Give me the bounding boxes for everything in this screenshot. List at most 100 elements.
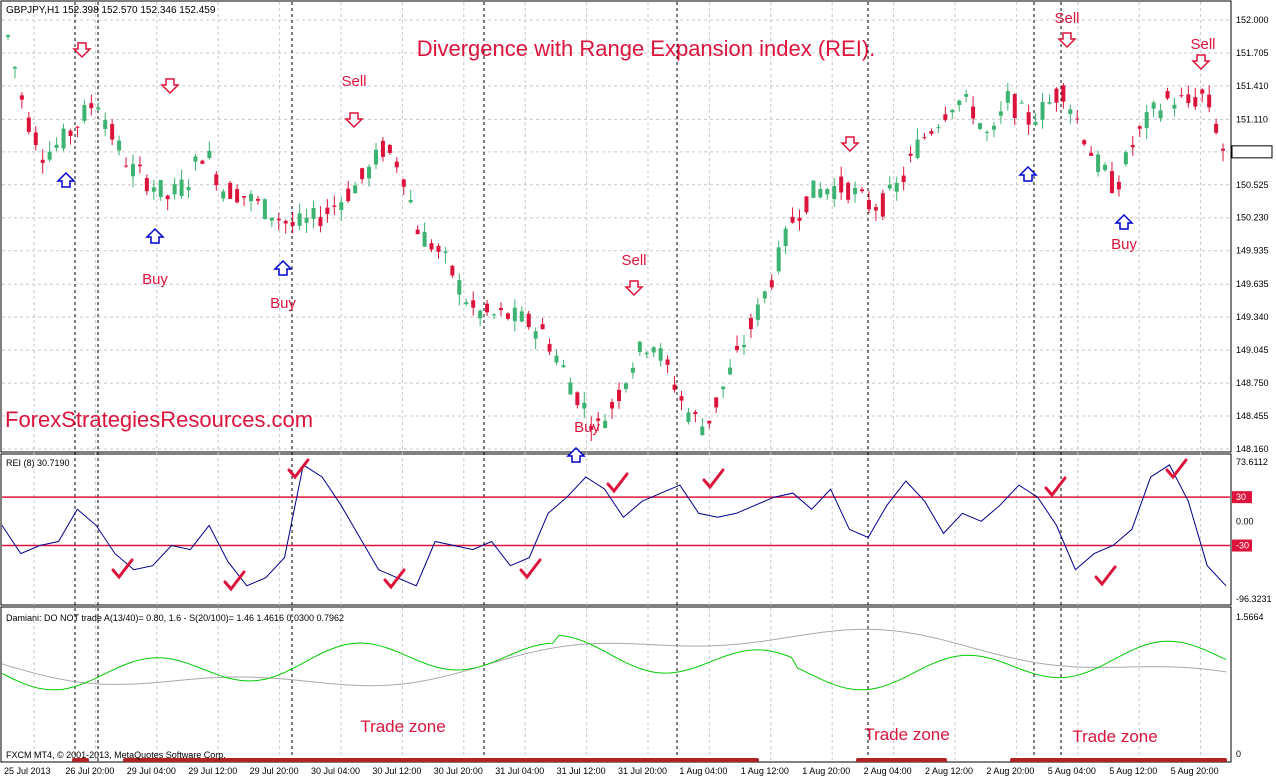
price-tick-label: 151.410: [1236, 81, 1269, 91]
candle-body: [450, 265, 455, 276]
rei-panel: [0, 453, 1232, 606]
candle-body: [221, 191, 226, 199]
candle-body: [762, 291, 767, 299]
price-tick-label: 148.750: [1236, 378, 1269, 388]
candle-body: [582, 402, 587, 409]
candle-body: [894, 182, 899, 192]
candle-body: [33, 132, 38, 146]
candle-body: [1221, 148, 1226, 151]
time-tick-label: 31 Jul 20:00: [618, 766, 667, 776]
candle-body: [96, 107, 101, 110]
candle-body: [124, 165, 129, 167]
candle-body: [408, 199, 413, 203]
chart-title: Divergence with Range Expansion index (R…: [417, 36, 876, 61]
candle-body: [283, 220, 288, 224]
checkmark-icon: [519, 558, 542, 580]
candle-body: [693, 411, 698, 415]
candle-body: [1137, 126, 1142, 129]
candle-body: [492, 314, 497, 316]
candle-body: [505, 313, 510, 319]
candle-body: [804, 196, 809, 213]
candle-body: [547, 344, 552, 352]
candle-body: [1075, 118, 1080, 120]
candle-body: [1061, 85, 1066, 102]
signal-label: Buy: [142, 271, 168, 288]
candle-body: [297, 213, 302, 226]
candle-body: [540, 324, 545, 330]
candle-body: [735, 345, 740, 351]
candle-body: [707, 420, 712, 424]
price-tick-label: 148.160: [1236, 444, 1269, 454]
candle-body: [512, 307, 517, 322]
candle-body: [644, 352, 649, 355]
time-tick-label: 1 Aug 04:00: [679, 766, 727, 776]
candle-body: [380, 140, 385, 157]
rei-tick-label: 0.00: [1236, 516, 1254, 526]
candle-body: [207, 150, 212, 159]
candle-body: [443, 251, 448, 253]
trade-zones: Trade zone Trade zone Trade zone: [72, 717, 1227, 762]
price-tick-label: 151.110: [1236, 114, 1268, 124]
candle-body: [47, 151, 52, 160]
candle-body: [436, 245, 441, 252]
price-tick-label: 149.935: [1236, 246, 1269, 256]
candle-body: [318, 217, 323, 227]
divergence-checkmarks: [111, 458, 1188, 592]
candle-body: [373, 149, 378, 165]
candle-body: [478, 310, 483, 319]
damiani-gray-line: [1, 628, 1227, 687]
time-tick-label: 30 Jul 04:00: [311, 766, 360, 776]
candle-body: [1123, 152, 1128, 165]
signal-label: Buy: [574, 419, 600, 436]
price-tick-label: 151.705: [1236, 48, 1269, 58]
damiani-axis: 1.5664 0: [1236, 612, 1264, 759]
candle-body: [394, 161, 399, 168]
time-tick-label: 29 Jul 12:00: [188, 766, 237, 776]
candle-body: [936, 127, 941, 129]
candle-body: [262, 199, 267, 219]
candle-body: [1068, 109, 1073, 115]
checkmark-icon: [1094, 565, 1117, 587]
candle-body: [533, 331, 538, 339]
candle-body: [401, 179, 406, 187]
checkmark-icon: [383, 568, 406, 590]
candle-body: [887, 184, 892, 189]
candle-body: [1144, 112, 1149, 129]
candle-body: [110, 124, 115, 140]
damiani-panel: [0, 606, 1232, 763]
candle-body: [1193, 97, 1198, 107]
candle-body: [832, 186, 837, 200]
trade-zone-label: Trade zone: [864, 725, 949, 744]
candle-body: [1179, 95, 1184, 97]
time-tick-label: 31 Jul 04:00: [495, 766, 544, 776]
candle-body: [853, 188, 858, 195]
checkmark-icon: [223, 570, 246, 592]
candle-body: [429, 243, 434, 250]
damiani-label: Damiani: DO NOT trade A(13/40)= 0.80, 1.…: [6, 613, 344, 623]
price-tick-label: 149.635: [1236, 279, 1269, 289]
buy-arrow-icon: [1114, 213, 1134, 230]
candle-body: [617, 389, 621, 402]
sell-arrow-icon: [840, 136, 860, 153]
candle-body: [700, 426, 705, 436]
time-tick-label: 25 Jul 2013: [4, 766, 51, 776]
candle-body: [193, 156, 198, 162]
time-tick-label: 30 Jul 20:00: [434, 766, 483, 776]
time-tick-label: 1 Aug 12:00: [741, 766, 789, 776]
damiani-tick-label: 1.5664: [1236, 612, 1264, 622]
candle-body: [922, 137, 927, 139]
candle-body: [554, 355, 559, 363]
candle-body: [54, 144, 59, 149]
candle-body: [228, 182, 233, 199]
candle-body: [235, 189, 240, 203]
candle-body: [603, 420, 608, 428]
session-dashed-lines: [74, 2, 1062, 761]
candle-body: [151, 187, 156, 192]
candle-body: [276, 218, 281, 221]
watermark: ForexStrategiesResources.com: [5, 407, 313, 432]
candle-body: [575, 392, 580, 406]
buy-arrow-icon: [273, 259, 293, 276]
candle-body: [158, 179, 163, 197]
candle-body: [75, 126, 80, 128]
candle-body: [728, 367, 733, 375]
